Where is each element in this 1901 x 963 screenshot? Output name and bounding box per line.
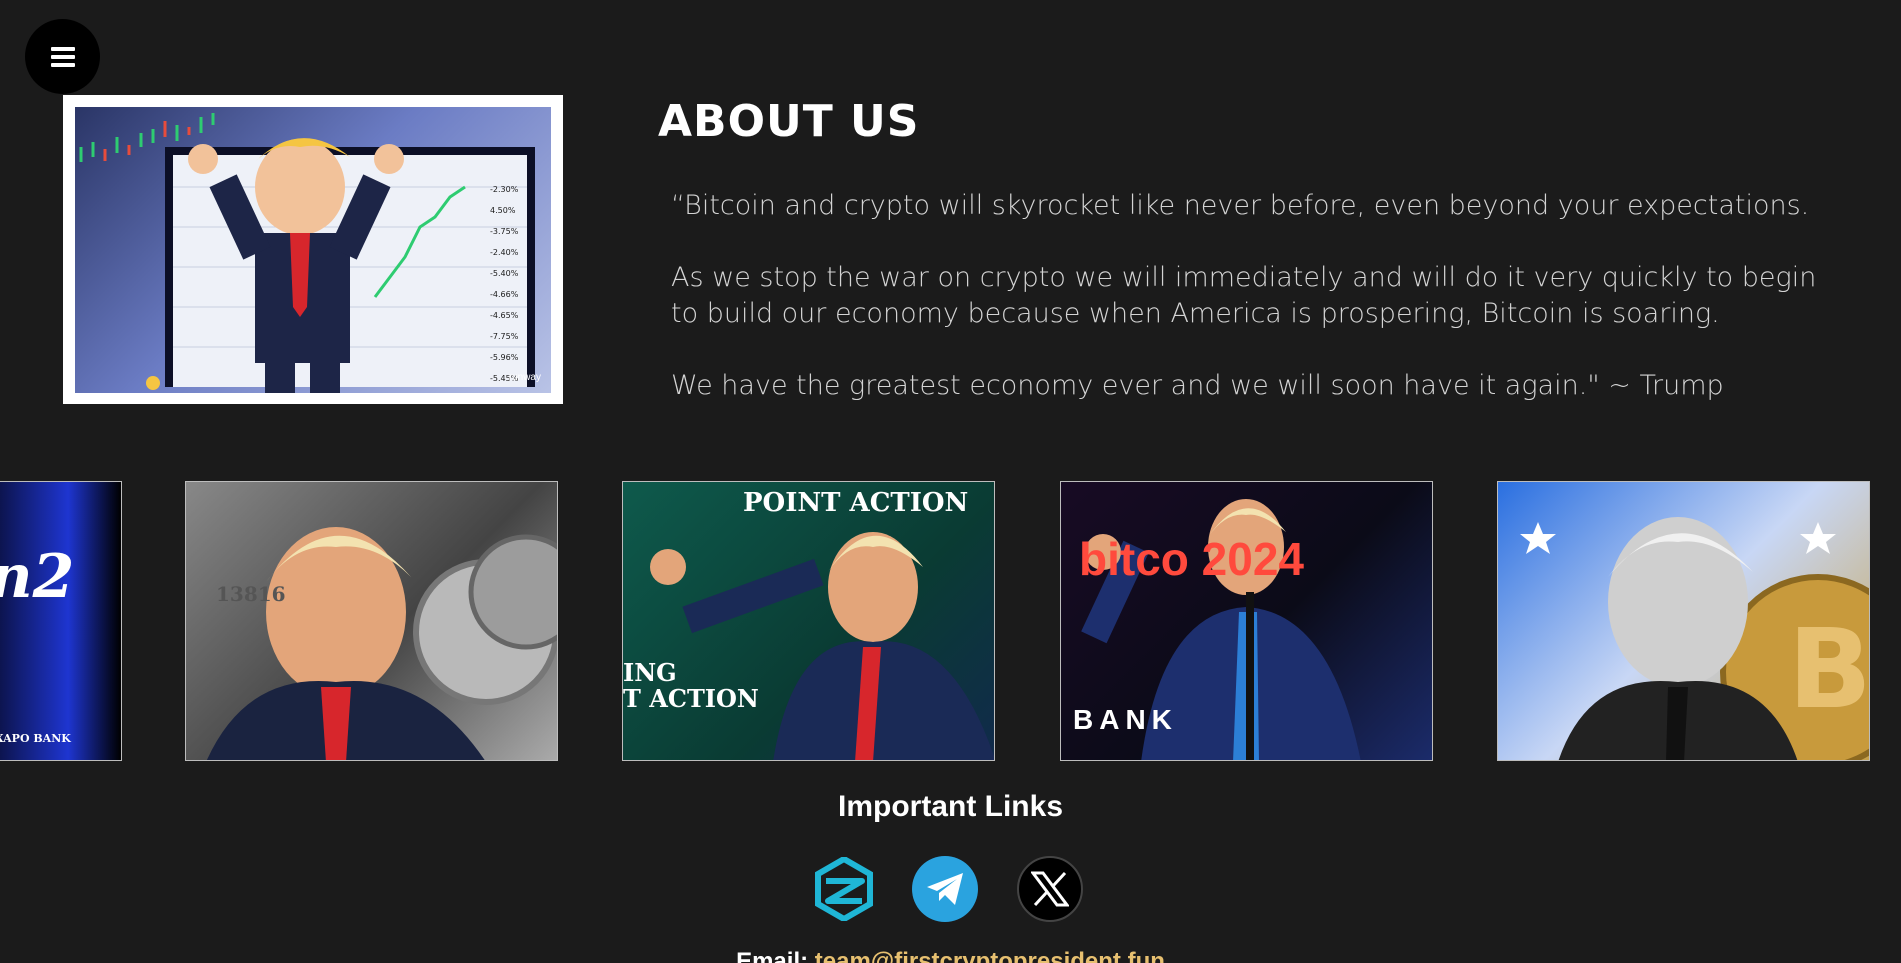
svg-text:B: B <box>1788 605 1870 733</box>
gallery-image-3: POINT ACTION ING T ACTION <box>622 481 995 761</box>
about-illustration: -2.30% 4.50% -3.75% -2.40% -5.40% -4.66% -4.65… <box>79 113 535 393</box>
about-paragraph-1: “Bitcoin and crypto will skyrocket like … <box>671 190 1810 221</box>
chart-tick-label: -4.65% <box>490 311 519 320</box>
telegram-link[interactable] <box>912 856 978 922</box>
gallery-image-5: B <box>1497 481 1870 761</box>
about-image-frame: -2.30% 4.50% -3.75% -2.40% -5.40% -4.66% -4.65… <box>63 95 563 404</box>
dexscreener-link[interactable] <box>811 856 877 922</box>
chart-tick-label: -2.30% <box>490 185 519 194</box>
portrait-illustration <box>206 527 557 760</box>
chart-tick-label: -2.40% <box>490 248 519 257</box>
about-paragraph-2: As we stop the war on crypto we will imm… <box>671 262 1817 329</box>
hamburger-menu-icon <box>50 46 75 67</box>
chart-tick-label: -4.66% <box>490 290 519 299</box>
gallery-overlay-text: bitco 2024 <box>1079 533 1304 585</box>
about-quote: “Bitcoin and crypto will skyrocket like … <box>671 188 1821 440</box>
gallery-image-1: n2 XAPO BANK <box>0 481 122 761</box>
x-twitter-link[interactable] <box>1017 856 1083 922</box>
chart-tick-label: -3.75% <box>490 227 519 236</box>
gallery-overlay-sub: XAPO BANK <box>0 732 71 745</box>
chart-tick-label: -7.75% <box>490 332 519 341</box>
email-link[interactable]: team@firstcryptopresident.fun <box>815 948 1165 963</box>
chart-tick-label: -5.96% <box>490 353 519 362</box>
about-paragraph-3: We have the greatest economy ever and we… <box>671 370 1724 401</box>
gallery-overlay-text: 13816 <box>216 582 286 606</box>
email-row: Email: team@firstcryptopresident.fun <box>0 948 1901 963</box>
about-title: ABOUT US <box>658 96 920 147</box>
image-watermark: runway <box>508 372 541 383</box>
page: -2.30% 4.50% -3.75% -2.40% -5.40% -4.66% -4.65… <box>0 0 1901 963</box>
x-twitter-icon <box>1031 871 1069 907</box>
gallery-overlay-sub: BANK <box>1073 704 1178 735</box>
important-links-title: Important Links <box>837 790 1063 823</box>
telegram-icon <box>927 873 963 905</box>
gallery-image-4: bitco 2024 BANK <box>1060 481 1433 761</box>
gallery-overlay-sub: ING T ACTION <box>623 658 759 713</box>
dexscreener-icon <box>815 857 873 921</box>
chart-tick-label: 4.50% <box>490 206 516 215</box>
email-label: Email: <box>736 948 809 963</box>
gallery-overlay-text: n2 <box>0 542 75 612</box>
about-image: -2.30% 4.50% -3.75% -2.40% -5.40% -4.66% -4.65… <box>75 107 551 393</box>
portrait-illustration <box>650 532 994 760</box>
gallery-image-2: 13816 <box>185 481 558 761</box>
gallery-overlay-text: POINT ACTION <box>743 488 969 518</box>
chart-tick-label: -5.40% <box>490 269 519 278</box>
menu-button[interactable] <box>25 19 100 94</box>
portrait-illustration: B <box>1520 517 1870 760</box>
